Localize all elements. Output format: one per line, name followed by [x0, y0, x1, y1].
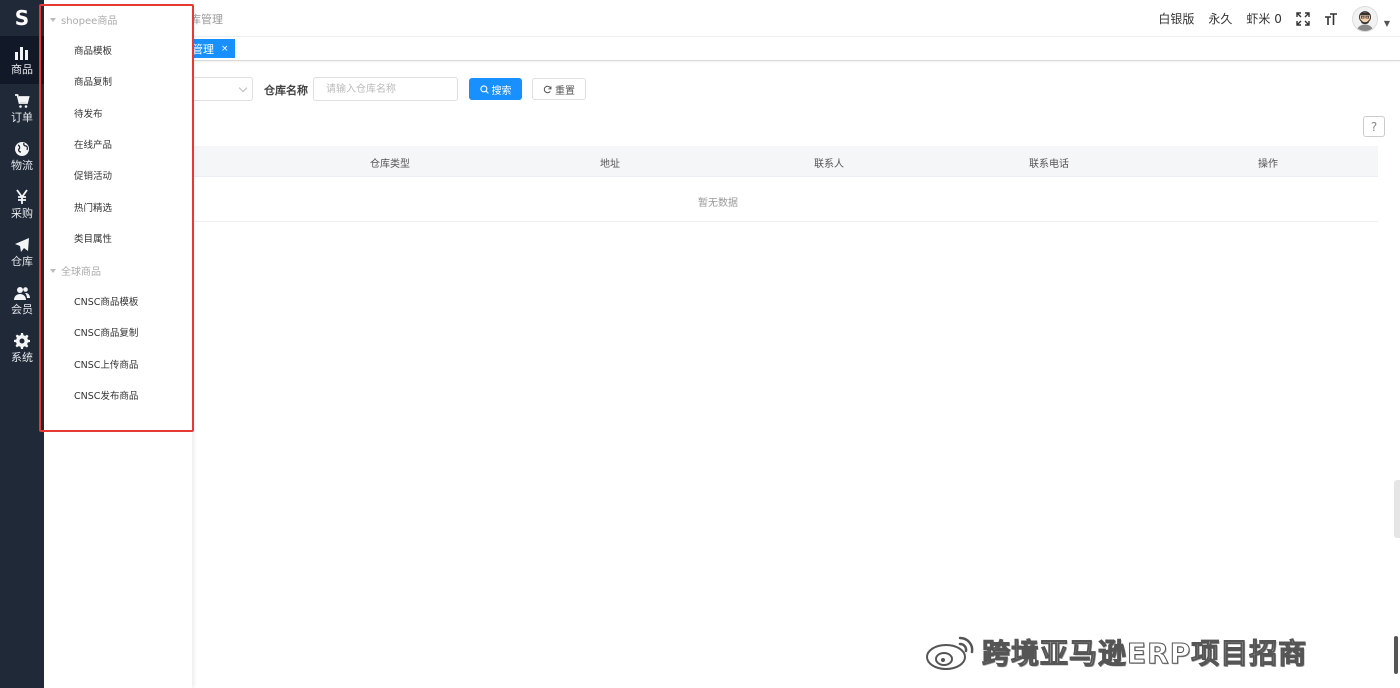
rail-item-label: 商品: [11, 62, 33, 76]
reset-button[interactable]: 重置: [532, 78, 586, 100]
submenu-item-cnsc-upload[interactable]: CNSC上传商品: [74, 357, 138, 371]
submenu-item-product-copy[interactable]: 商品复制: [74, 74, 112, 88]
rail-item-products[interactable]: 商品: [0, 36, 44, 84]
close-icon[interactable]: ×: [221, 44, 229, 54]
watermark: 跨境亚马逊ERP项目招商: [924, 630, 1307, 674]
bar-chart-icon: [15, 46, 28, 60]
submenu-item-category-attributes[interactable]: 类目属性: [74, 231, 112, 245]
rail-item-warehouse[interactable]: 仓库: [0, 228, 44, 276]
help-button[interactable]: ?: [1363, 116, 1385, 137]
header-right-area: 白银版 永久 虾米 0 ▼: [1158, 0, 1390, 37]
search-icon: [479, 84, 489, 94]
submenu-group-title: shopee商品: [61, 16, 118, 27]
watermark-text: 跨境亚马逊ERP项目招商: [981, 637, 1308, 671]
credits-balance[interactable]: 虾米 0: [1246, 10, 1281, 27]
submenu-item-promotions[interactable]: 促销活动: [74, 168, 112, 182]
fullscreen-icon[interactable]: [1296, 11, 1310, 26]
tags-view-bar: 管理 ×: [44, 37, 1400, 61]
plan-badge[interactable]: 白银版: [1158, 10, 1194, 27]
users-icon: [14, 286, 30, 300]
column-header-phone: 联系电话: [1029, 159, 1069, 170]
font-size-icon[interactable]: [1324, 12, 1338, 26]
tag-label: 管理: [192, 42, 214, 56]
rail-item-members[interactable]: 会员: [0, 276, 44, 324]
table-header: [190, 146, 1378, 177]
search-button[interactable]: 搜索: [469, 78, 522, 100]
submenu-item-cnsc-template[interactable]: CNSC商品模板: [74, 294, 138, 308]
caret-down-icon: [50, 268, 56, 273]
submenu-group-title: 全球商品: [61, 267, 101, 278]
rail-item-label: 物流: [11, 158, 33, 172]
globe-icon: [15, 141, 29, 156]
rail-item-purchasing[interactable]: 采购: [0, 180, 44, 228]
rail-item-label: 订单: [11, 110, 33, 124]
warehouse-name-input[interactable]: [313, 77, 458, 101]
plan-duration: 永久: [1208, 12, 1233, 26]
column-header-warehouse-type: 仓库类型: [370, 159, 410, 170]
rail-item-system[interactable]: 系统: [0, 324, 44, 372]
search-button-label: 搜索: [491, 85, 512, 97]
rail-item-label: 仓库: [11, 254, 33, 268]
submenu-group-shopee[interactable]: shopee商品: [50, 12, 117, 27]
submenu-item-cnsc-copy[interactable]: CNSC商品复制: [74, 325, 138, 339]
chevron-down-icon[interactable]: ▼: [1384, 19, 1390, 28]
submenu-item-product-template[interactable]: 商品模板: [74, 43, 112, 57]
gear-icon: [14, 332, 30, 349]
warehouse-name-label: 仓库名称: [264, 84, 308, 97]
submenu-item-hot-picks[interactable]: 热门精选: [74, 200, 112, 214]
side-drawer-handle[interactable]: [1394, 480, 1400, 538]
refresh-icon: [543, 85, 552, 93]
submenu-item-pending-publish[interactable]: 待发布: [74, 106, 103, 120]
rail-item-label: 系统: [11, 350, 33, 364]
caret-down-icon: [50, 17, 56, 22]
table-empty-text: 暂无数据: [698, 198, 738, 209]
cart-icon: [15, 93, 30, 108]
yen-icon: [16, 188, 28, 204]
weibo-logo-icon: [926, 636, 974, 670]
left-nav-rail: S 商品 订单 物流 采购 仓库 会员 系统: [0, 0, 44, 688]
column-header-actions: 操作: [1258, 159, 1278, 170]
chevron-down-icon: [238, 83, 248, 93]
top-header: 库管理 白银版 永久 虾米 0 ▼: [44, 0, 1400, 37]
table-empty-row: [190, 178, 1378, 222]
column-header-contact: 联系人: [814, 159, 844, 170]
paper-plane-icon: [15, 237, 29, 252]
user-avatar[interactable]: [1351, 5, 1378, 32]
submenu-group-global[interactable]: 全球商品: [50, 263, 101, 278]
scrollbar-thumb[interactable]: [1394, 636, 1398, 674]
products-submenu: shopee商品 商品模板 商品复制 待发布 在线产品 促销活动 热门精选 类目…: [44, 0, 192, 688]
submenu-item-cnsc-publish[interactable]: CNSC发布商品: [74, 388, 138, 402]
warehouse-type-select[interactable]: [190, 77, 253, 101]
active-page-tag[interactable]: 管理 ×: [188, 39, 235, 58]
rail-item-orders[interactable]: 订单: [0, 84, 44, 132]
reset-button-label: 重置: [555, 85, 575, 97]
rail-item-label: 会员: [11, 302, 33, 316]
rail-item-logistics[interactable]: 物流: [0, 132, 44, 180]
rail-item-label: 采购: [11, 206, 33, 220]
app-logo[interactable]: S: [0, 0, 44, 36]
submenu-item-online-products[interactable]: 在线产品: [74, 137, 112, 151]
column-header-address: 地址: [600, 159, 620, 170]
breadcrumb[interactable]: 库管理: [190, 11, 223, 27]
